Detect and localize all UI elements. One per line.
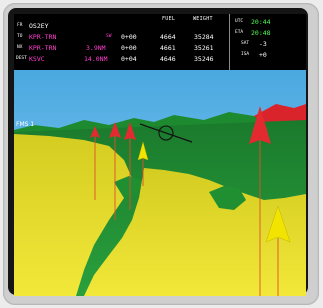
waypoint-name: KPR-TRN bbox=[29, 33, 57, 41]
waypoint-weight: 35261 bbox=[194, 44, 214, 52]
flight-plan-row-from[interactable]: FR OS2EY bbox=[14, 21, 228, 31]
row-mode-label: FR bbox=[17, 23, 23, 28]
waypoint-time: 0+00 bbox=[121, 33, 137, 41]
row-mode-label: NX bbox=[17, 45, 23, 50]
row-mode-label: DEST bbox=[16, 56, 27, 61]
isa-label: ISA bbox=[241, 52, 250, 57]
waypoint-name: KSVC bbox=[29, 55, 45, 63]
waypoint-time: 0+00 bbox=[121, 44, 137, 52]
synthetic-vision-view[interactable]: FMS 1 bbox=[14, 70, 306, 296]
flight-plan-row-next[interactable]: NX KPR-TRN 3.9NM 0+00 4661 35261 bbox=[14, 43, 228, 53]
waypoint-name: KPR-TRN bbox=[29, 44, 57, 52]
mfd-screen: FUEL WEIGHT FR OS2EY TO KPR-TRN SW 0+00 … bbox=[14, 14, 306, 296]
flight-plan-row-to[interactable]: TO KPR-TRN SW 0+00 4664 35284 bbox=[14, 32, 228, 42]
fms-source-label: FMS 1 bbox=[16, 121, 35, 128]
waypoint-weight: 35284 bbox=[194, 33, 214, 41]
time-status-panel: UTC 20:44 ETA 20:48 SAT -3 ISA +0 bbox=[229, 14, 306, 70]
terrain-scene bbox=[14, 70, 306, 296]
waypoint-fuel: 4661 bbox=[160, 44, 176, 52]
waypoint-weight: 35246 bbox=[194, 55, 214, 63]
isa-readout: ISA +0 bbox=[230, 49, 306, 61]
waypoint-distance: 14.0NM bbox=[84, 55, 108, 63]
waypoint-time: 0+04 bbox=[121, 55, 137, 63]
flight-plan-panel: FUEL WEIGHT FR OS2EY TO KPR-TRN SW 0+00 … bbox=[14, 14, 306, 70]
flight-plan-row-dest[interactable]: DEST KSVC 14.0NM 0+04 4646 35246 bbox=[14, 54, 228, 64]
isa-value: +0 bbox=[259, 51, 267, 59]
waypoint-fuel: 4646 bbox=[160, 55, 176, 63]
waypoint-bearing-label: SW bbox=[106, 34, 112, 39]
flight-plan-table: FUEL WEIGHT FR OS2EY TO KPR-TRN SW 0+00 … bbox=[14, 14, 228, 70]
waypoint-name: OS2EY bbox=[29, 22, 49, 30]
row-mode-label: TO bbox=[17, 34, 23, 39]
waypoint-distance: 3.9NM bbox=[86, 44, 106, 52]
waypoint-fuel: 4664 bbox=[160, 33, 176, 41]
